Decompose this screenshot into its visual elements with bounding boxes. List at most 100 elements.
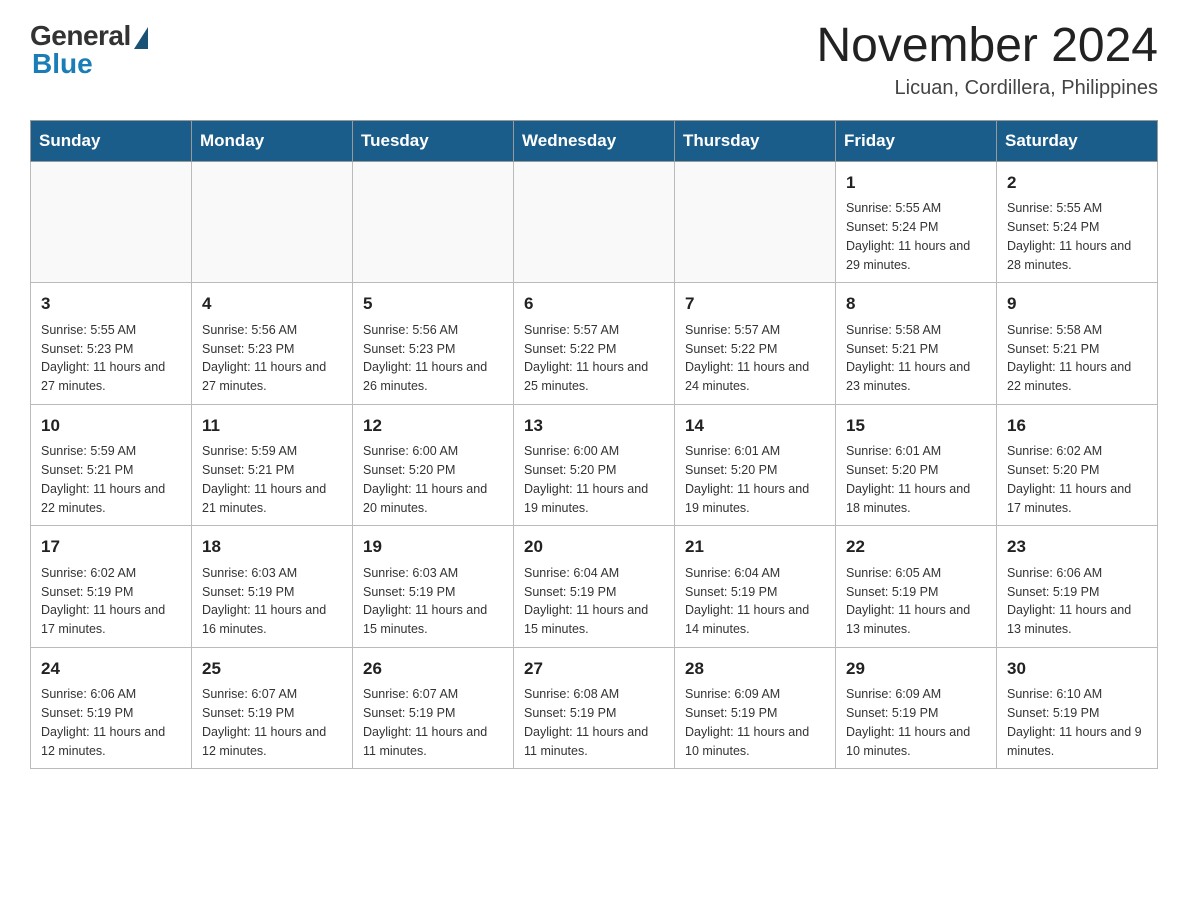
day-info: Sunrise: 6:10 AM Sunset: 5:19 PM Dayligh…: [1007, 685, 1147, 760]
calendar-cell: 9 Sunrise: 5:58 AM Sunset: 5:21 PM Daylig…: [997, 283, 1158, 405]
calendar-cell: 12 Sunrise: 6:00 AM Sunset: 5:20 PM Dayli…: [353, 404, 514, 526]
day-info: Sunrise: 5:55 AM Sunset: 5:23 PM Dayligh…: [41, 321, 181, 396]
day-number: 18: [202, 534, 342, 560]
calendar-week-1: 1 Sunrise: 5:55 AM Sunset: 5:24 PM Daylig…: [31, 161, 1158, 283]
day-info: Sunrise: 6:09 AM Sunset: 5:19 PM Dayligh…: [846, 685, 986, 760]
day-info: Sunrise: 6:05 AM Sunset: 5:19 PM Dayligh…: [846, 564, 986, 639]
day-of-week-saturday: Saturday: [997, 120, 1158, 161]
day-info: Sunrise: 6:00 AM Sunset: 5:20 PM Dayligh…: [363, 442, 503, 517]
day-number: 29: [846, 656, 986, 682]
day-info: Sunrise: 6:01 AM Sunset: 5:20 PM Dayligh…: [685, 442, 825, 517]
header: General Blue November 2024 Licuan, Cordi…: [30, 20, 1158, 100]
day-number: 5: [363, 291, 503, 317]
logo-bottom: Blue: [32, 48, 93, 80]
calendar-header: SundayMondayTuesdayWednesdayThursdayFrid…: [31, 120, 1158, 161]
day-info: Sunrise: 6:02 AM Sunset: 5:19 PM Dayligh…: [41, 564, 181, 639]
day-of-week-tuesday: Tuesday: [353, 120, 514, 161]
day-number: 9: [1007, 291, 1147, 317]
day-info: Sunrise: 5:59 AM Sunset: 5:21 PM Dayligh…: [202, 442, 342, 517]
day-of-week-sunday: Sunday: [31, 120, 192, 161]
header-right: November 2024 Licuan, Cordillera, Philip…: [816, 20, 1158, 100]
calendar-cell: 10Sunrise: 5:59 AM Sunset: 5:21 PM Dayli…: [31, 404, 192, 526]
calendar-cell: [353, 161, 514, 283]
day-number: 27: [524, 656, 664, 682]
day-info: Sunrise: 6:01 AM Sunset: 5:20 PM Dayligh…: [846, 442, 986, 517]
calendar-week-5: 24Sunrise: 6:06 AM Sunset: 5:19 PM Dayli…: [31, 647, 1158, 769]
calendar-cell: 28Sunrise: 6:09 AM Sunset: 5:19 PM Dayli…: [675, 647, 836, 769]
day-info: Sunrise: 6:00 AM Sunset: 5:20 PM Dayligh…: [524, 442, 664, 517]
calendar-cell: 27 Sunrise: 6:08 AM Sunset: 5:19 PM Dayli…: [514, 647, 675, 769]
day-number: 6: [524, 291, 664, 317]
day-number: 15: [846, 413, 986, 439]
day-info: Sunrise: 6:03 AM Sunset: 5:19 PM Dayligh…: [363, 564, 503, 639]
calendar-cell: 21 Sunrise: 6:04 AM Sunset: 5:19 PM Dayli…: [675, 526, 836, 648]
calendar-body: 1 Sunrise: 5:55 AM Sunset: 5:24 PM Daylig…: [31, 161, 1158, 769]
day-number: 25: [202, 656, 342, 682]
calendar-cell: 20Sunrise: 6:04 AM Sunset: 5:19 PM Dayli…: [514, 526, 675, 648]
day-info: Sunrise: 6:03 AM Sunset: 5:19 PM Dayligh…: [202, 564, 342, 639]
calendar-week-4: 17Sunrise: 6:02 AM Sunset: 5:19 PM Dayli…: [31, 526, 1158, 648]
month-year-title: November 2024: [816, 20, 1158, 73]
calendar-cell: [192, 161, 353, 283]
day-info: Sunrise: 6:06 AM Sunset: 5:19 PM Dayligh…: [41, 685, 181, 760]
day-info: Sunrise: 5:57 AM Sunset: 5:22 PM Dayligh…: [524, 321, 664, 396]
logo: General Blue: [30, 20, 148, 80]
location-subtitle: Licuan, Cordillera, Philippines: [816, 77, 1158, 100]
calendar-cell: 15 Sunrise: 6:01 AM Sunset: 5:20 PM Dayli…: [836, 404, 997, 526]
day-number: 7: [685, 291, 825, 317]
calendar-cell: 24Sunrise: 6:06 AM Sunset: 5:19 PM Dayli…: [31, 647, 192, 769]
day-number: 14: [685, 413, 825, 439]
day-number: 8: [846, 291, 986, 317]
day-info: Sunrise: 5:59 AM Sunset: 5:21 PM Dayligh…: [41, 442, 181, 517]
day-of-week-monday: Monday: [192, 120, 353, 161]
day-info: Sunrise: 5:56 AM Sunset: 5:23 PM Dayligh…: [363, 321, 503, 396]
day-info: Sunrise: 6:04 AM Sunset: 5:19 PM Dayligh…: [685, 564, 825, 639]
day-of-week-thursday: Thursday: [675, 120, 836, 161]
day-number: 23: [1007, 534, 1147, 560]
day-info: Sunrise: 6:08 AM Sunset: 5:19 PM Dayligh…: [524, 685, 664, 760]
calendar-cell: [31, 161, 192, 283]
calendar-cell: 18 Sunrise: 6:03 AM Sunset: 5:19 PM Dayli…: [192, 526, 353, 648]
day-info: Sunrise: 5:55 AM Sunset: 5:24 PM Dayligh…: [846, 199, 986, 274]
day-number: 30: [1007, 656, 1147, 682]
calendar-cell: 30 Sunrise: 6:10 AM Sunset: 5:19 PM Dayli…: [997, 647, 1158, 769]
day-number: 26: [363, 656, 503, 682]
calendar-cell: 4 Sunrise: 5:56 AM Sunset: 5:23 PM Daylig…: [192, 283, 353, 405]
day-number: 16: [1007, 413, 1147, 439]
day-number: 13: [524, 413, 664, 439]
day-number: 2: [1007, 170, 1147, 196]
calendar-week-3: 10Sunrise: 5:59 AM Sunset: 5:21 PM Dayli…: [31, 404, 1158, 526]
day-info: Sunrise: 6:06 AM Sunset: 5:19 PM Dayligh…: [1007, 564, 1147, 639]
calendar-cell: 6 Sunrise: 5:57 AM Sunset: 5:22 PM Daylig…: [514, 283, 675, 405]
logo-blue-text: Blue: [32, 48, 93, 80]
day-number: 3: [41, 291, 181, 317]
day-info: Sunrise: 5:56 AM Sunset: 5:23 PM Dayligh…: [202, 321, 342, 396]
day-of-week-wednesday: Wednesday: [514, 120, 675, 161]
calendar-cell: 17Sunrise: 6:02 AM Sunset: 5:19 PM Dayli…: [31, 526, 192, 648]
day-number: 12: [363, 413, 503, 439]
logo-triangle-icon: [134, 27, 148, 49]
calendar-cell: [514, 161, 675, 283]
day-number: 22: [846, 534, 986, 560]
calendar-cell: 1 Sunrise: 5:55 AM Sunset: 5:24 PM Daylig…: [836, 161, 997, 283]
day-number: 21: [685, 534, 825, 560]
calendar-week-2: 3 Sunrise: 5:55 AM Sunset: 5:23 PM Daylig…: [31, 283, 1158, 405]
day-number: 4: [202, 291, 342, 317]
calendar-cell: 19 Sunrise: 6:03 AM Sunset: 5:19 PM Dayli…: [353, 526, 514, 648]
day-of-week-friday: Friday: [836, 120, 997, 161]
day-info: Sunrise: 6:07 AM Sunset: 5:19 PM Dayligh…: [363, 685, 503, 760]
calendar-cell: 22 Sunrise: 6:05 AM Sunset: 5:19 PM Dayli…: [836, 526, 997, 648]
calendar-cell: 26 Sunrise: 6:07 AM Sunset: 5:19 PM Dayli…: [353, 647, 514, 769]
calendar-cell: 29 Sunrise: 6:09 AM Sunset: 5:19 PM Dayli…: [836, 647, 997, 769]
day-number: 1: [846, 170, 986, 196]
calendar-cell: 25Sunrise: 6:07 AM Sunset: 5:19 PM Dayli…: [192, 647, 353, 769]
calendar-cell: 7Sunrise: 5:57 AM Sunset: 5:22 PM Daylig…: [675, 283, 836, 405]
calendar-cell: 13 Sunrise: 6:00 AM Sunset: 5:20 PM Dayli…: [514, 404, 675, 526]
days-of-week-row: SundayMondayTuesdayWednesdayThursdayFrid…: [31, 120, 1158, 161]
calendar-cell: 5 Sunrise: 5:56 AM Sunset: 5:23 PM Daylig…: [353, 283, 514, 405]
calendar-cell: 14 Sunrise: 6:01 AM Sunset: 5:20 PM Dayli…: [675, 404, 836, 526]
day-number: 11: [202, 413, 342, 439]
day-info: Sunrise: 5:58 AM Sunset: 5:21 PM Dayligh…: [1007, 321, 1147, 396]
day-number: 19: [363, 534, 503, 560]
day-info: Sunrise: 5:55 AM Sunset: 5:24 PM Dayligh…: [1007, 199, 1147, 274]
